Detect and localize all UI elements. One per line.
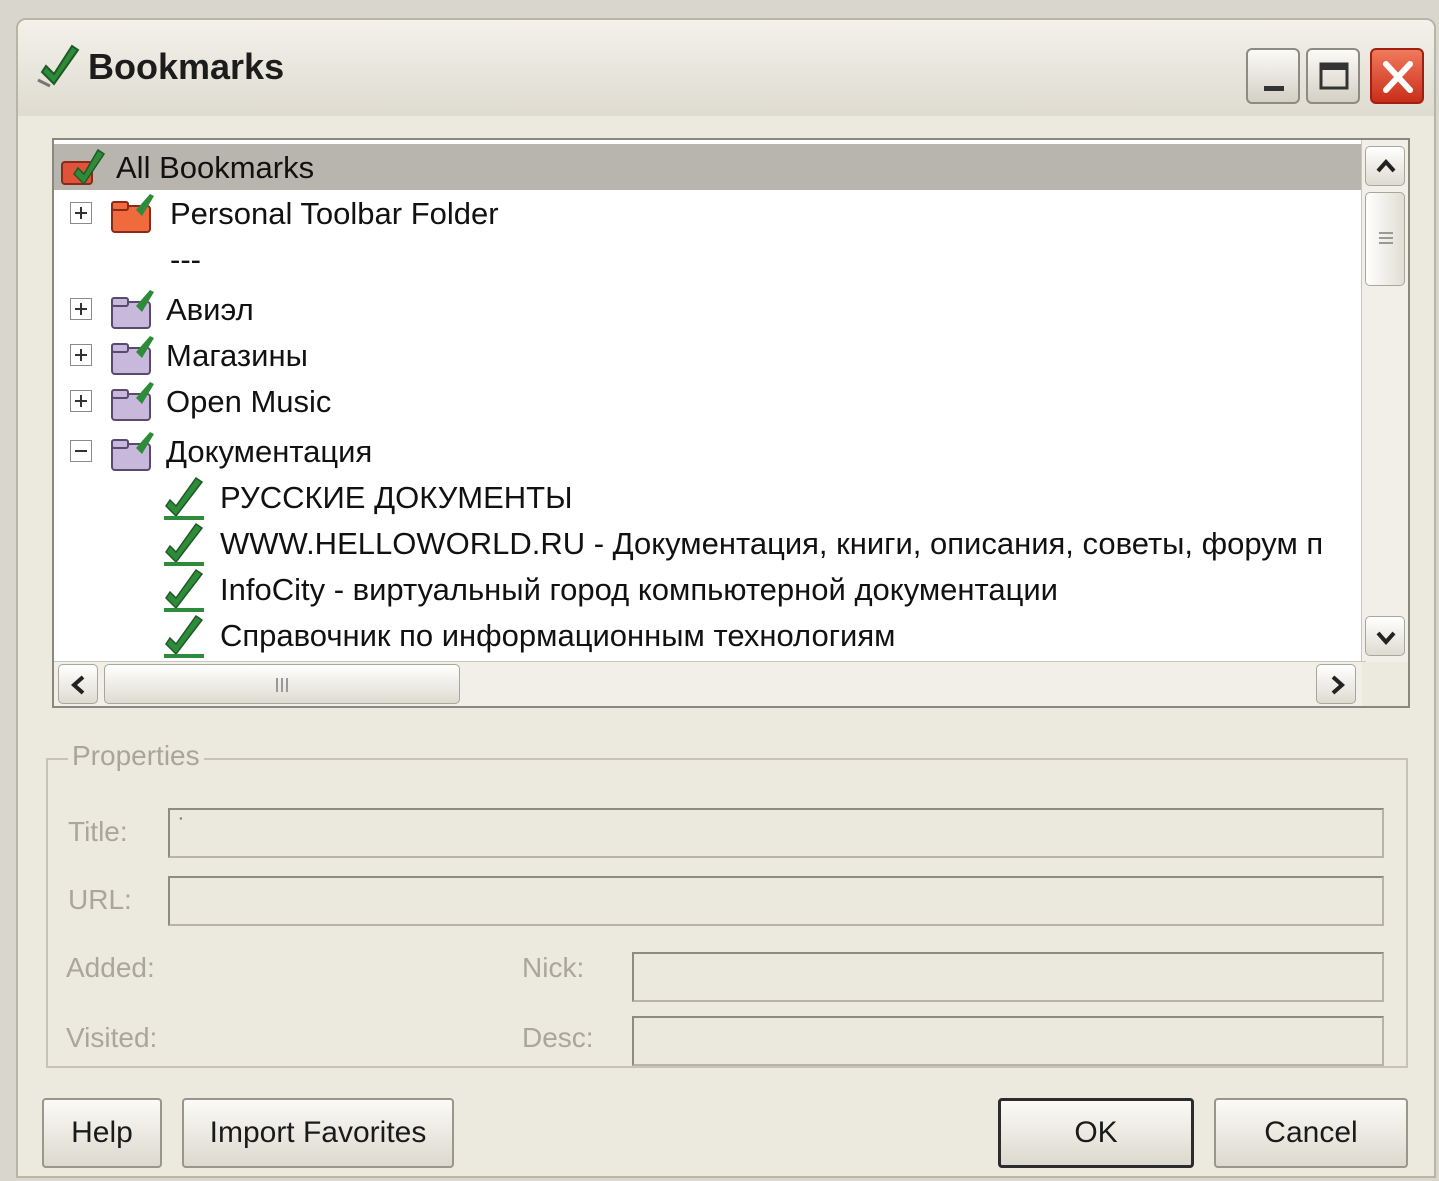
tree-row-label: Авиэл xyxy=(166,292,254,327)
plus-icon xyxy=(75,349,87,361)
folder-icon xyxy=(111,290,154,329)
maximize-button[interactable] xyxy=(1306,48,1360,104)
vertical-scroll-thumb[interactable] xyxy=(1365,192,1405,286)
toolbar-folder-icon xyxy=(111,194,154,233)
bookmark-icon xyxy=(164,568,204,612)
tree-row-label: --- xyxy=(170,242,201,277)
url-field[interactable] xyxy=(168,876,1384,926)
bookmark-icon xyxy=(164,522,204,566)
minus-icon xyxy=(75,450,87,452)
added-label: Added: xyxy=(66,952,155,983)
expand-button[interactable] xyxy=(70,298,92,320)
scroll-right-button[interactable] xyxy=(1316,664,1356,704)
title-field[interactable]: ˙ xyxy=(168,808,1384,858)
bookmark-icon xyxy=(164,614,204,658)
folder-icon xyxy=(111,382,154,421)
minimize-icon xyxy=(1264,86,1284,91)
chevron-up-icon xyxy=(1376,158,1396,173)
expand-button[interactable] xyxy=(70,344,92,366)
tree-row-bookmark[interactable]: Справочник по информационным технологиям xyxy=(54,612,1362,658)
tree-row-dokumentatsiya[interactable]: Документация xyxy=(54,428,1362,474)
nick-label: Nick: xyxy=(522,952,585,983)
grip-icon xyxy=(276,678,288,692)
bookmark-icon xyxy=(164,476,204,520)
expand-button[interactable] xyxy=(70,390,92,412)
tree-row-label: РУССКИЕ ДОКУМЕНТЫ xyxy=(220,480,573,515)
tree-row-personal-toolbar-folder[interactable]: Personal Toolbar Folder xyxy=(54,190,1362,236)
plus-icon xyxy=(75,395,87,407)
tree-row-label: Магазины xyxy=(166,338,308,373)
properties-group: Properties Title: ˙ URL: Added: Visited:… xyxy=(46,740,1408,1068)
folder-icon xyxy=(111,432,154,471)
tree-row-separator[interactable]: --- xyxy=(54,236,1362,282)
close-button[interactable] xyxy=(1370,48,1424,104)
maximize-icon xyxy=(1319,62,1349,90)
desc-field[interactable] xyxy=(632,1016,1384,1066)
folder-icon xyxy=(111,336,154,375)
tree-row-label: Документация xyxy=(166,434,373,469)
tree-row-aviel[interactable]: Авиэл xyxy=(54,286,1362,332)
scroll-down-button[interactable] xyxy=(1365,616,1405,656)
vertical-scrollbar[interactable] xyxy=(1361,140,1408,664)
scroll-up-button[interactable] xyxy=(1365,146,1405,186)
tree-row-bookmark[interactable]: РУССКИЕ ДОКУМЕНТЫ xyxy=(54,474,1362,520)
bookmarks-root-icon xyxy=(61,148,106,186)
bookmarks-window: Bookmarks All Bookmarks Personal Toolbar… xyxy=(16,18,1436,1178)
scroll-corner xyxy=(1362,662,1408,706)
tree-row-bookmark[interactable]: InfoCity - виртуальный город компьютерно… xyxy=(54,566,1362,612)
collapse-button[interactable] xyxy=(70,440,92,462)
cancel-button[interactable]: Cancel xyxy=(1214,1098,1408,1168)
expand-button[interactable] xyxy=(70,202,92,224)
chevron-down-icon xyxy=(1376,631,1396,646)
chevron-right-icon xyxy=(1331,675,1346,695)
desc-label: Desc: xyxy=(522,1022,594,1053)
horizontal-scrollbar[interactable] xyxy=(54,661,1366,706)
tree-row-bookmark[interactable]: WWW.HELLOWORLD.RU - Документация, книги,… xyxy=(54,520,1362,566)
minimize-button[interactable] xyxy=(1246,48,1300,104)
help-button[interactable]: Help xyxy=(42,1098,162,1168)
tree-row-open-music[interactable]: Open Music xyxy=(54,378,1362,424)
window-title: Bookmarks xyxy=(88,46,285,87)
plus-icon xyxy=(75,207,87,219)
url-label: URL: xyxy=(68,884,132,915)
bookmarks-tree[interactable]: All Bookmarks Personal Toolbar Folder --… xyxy=(52,138,1410,708)
tree-row-label: Open Music xyxy=(166,384,332,419)
import-favorites-button[interactable]: Import Favorites xyxy=(182,1098,454,1168)
tree-row-label: InfoCity - виртуальный город компьютерно… xyxy=(220,572,1058,607)
tree-row-label: All Bookmarks xyxy=(116,150,315,185)
scroll-left-button[interactable] xyxy=(58,664,98,704)
close-icon xyxy=(1383,61,1413,93)
tree-row-magaziny[interactable]: Магазины xyxy=(54,332,1362,378)
nick-field[interactable] xyxy=(632,952,1384,1002)
title-bar[interactable]: Bookmarks xyxy=(18,20,1434,116)
title-label: Title: xyxy=(68,816,128,847)
bookmarks-app-icon xyxy=(37,44,80,88)
ok-button[interactable]: OK xyxy=(998,1098,1194,1168)
tree-row-all-bookmarks[interactable]: All Bookmarks xyxy=(54,144,1362,190)
properties-group-label: Properties xyxy=(68,740,204,772)
tree-row-label: Справочник по информационным технологиям xyxy=(220,618,896,653)
tree-row-label: Personal Toolbar Folder xyxy=(170,196,499,231)
visited-label: Visited: xyxy=(66,1022,158,1053)
tree-row-label: WWW.HELLOWORLD.RU - Документация, книги,… xyxy=(220,526,1324,561)
plus-icon xyxy=(75,303,87,315)
grip-icon xyxy=(1379,232,1393,244)
horizontal-scroll-thumb[interactable] xyxy=(104,664,460,704)
chevron-left-icon xyxy=(70,675,85,695)
